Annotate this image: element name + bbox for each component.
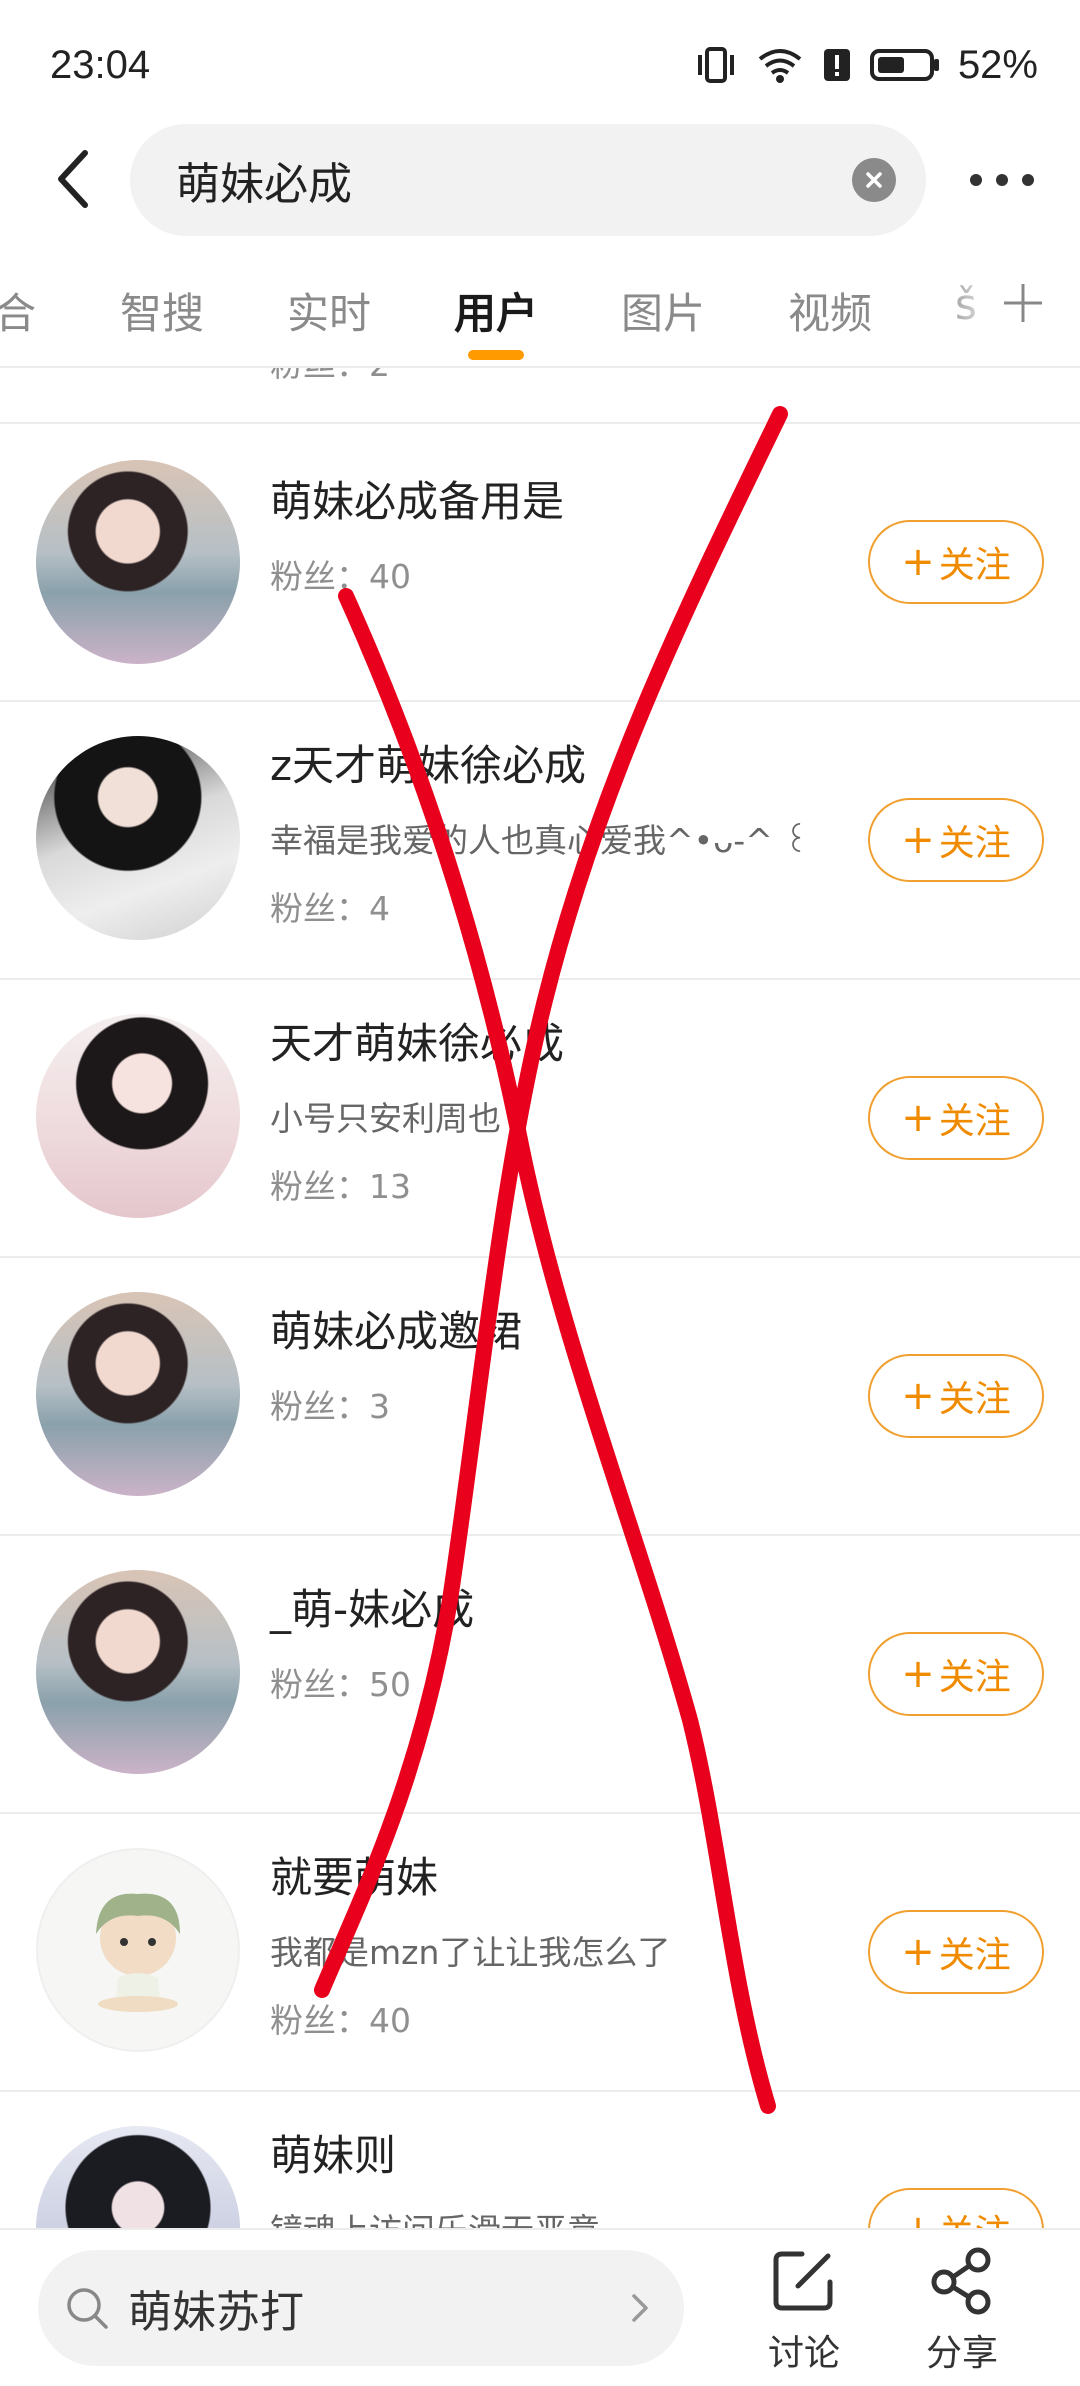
follow-button[interactable]: +关注 <box>868 1910 1044 1994</box>
more-dot-icon <box>1022 174 1034 186</box>
user-name: 天才萌妹徐必成 <box>270 1019 565 1068</box>
user-fans: 粉丝：2 <box>270 368 390 386</box>
list-item[interactable]: z天才萌妹徐必成 幸福是我爱的人也真心爱我^•ᴗ-^ ꒰ 粉丝：4 + 关注 <box>0 702 1080 980</box>
tab-users[interactable]: 用户 <box>454 280 538 341</box>
plus-icon: + <box>901 1095 935 1141</box>
follow-button[interactable]: +关注 <box>868 1632 1044 1716</box>
list-item[interactable]: 萌妹必成邀裙 粉丝：3 + 关注 <box>0 1258 1080 1536</box>
plus-icon: + <box>901 2207 935 2228</box>
share-button[interactable]: 分享 <box>902 2244 1022 2384</box>
battery-icon <box>869 49 939 81</box>
battery-percent: 52% <box>957 42 1038 87</box>
tab-comprehensive[interactable]: 合 <box>0 280 36 341</box>
avatar <box>36 460 240 664</box>
suggested-search-text: 萌妹苏打 <box>128 2287 304 2338</box>
chevron-right-icon <box>632 2294 648 2322</box>
back-button[interactable] <box>38 144 108 214</box>
user-name: z天才萌妹徐必成 <box>270 741 587 790</box>
search-query: 萌妹必成 <box>176 159 352 210</box>
plus-icon: + <box>901 817 935 863</box>
tab-videos[interactable]: 视频 <box>788 280 872 341</box>
status-bar: 23:04 52% <box>0 0 1080 130</box>
plus-icon: + <box>901 1929 935 1975</box>
status-icons: 52% <box>694 43 1038 88</box>
plus-icon: + <box>901 1651 935 1697</box>
user-list: 粉丝：2 萌妹必成备用是 粉丝：40 +关注 z天才萌妹徐必成 幸福是我爱的人也… <box>0 368 1080 2228</box>
avatar <box>36 736 240 940</box>
more-options-button[interactable] <box>970 160 1034 200</box>
search-input[interactable]: 萌妹必成 <box>130 124 926 236</box>
wifi-icon <box>758 49 802 83</box>
follow-button[interactable]: +关注 <box>868 798 1044 882</box>
avatar <box>36 2126 240 2228</box>
user-fans: 粉丝：4 <box>270 889 390 928</box>
user-fans: 粉丝：50 <box>270 1665 411 1704</box>
active-tab-indicator <box>468 350 524 360</box>
cartoon-avatar-icon <box>96 1893 180 2012</box>
user-name: 萌妹必成邀裙 <box>270 1307 523 1356</box>
search-icon <box>67 2288 108 2329</box>
edit-icon <box>773 2251 833 2311</box>
tab-images[interactable]: 图片 <box>621 280 705 341</box>
more-dot-icon <box>970 174 982 186</box>
user-fans: 粉丝：40 <box>270 557 411 596</box>
avatar <box>36 1014 240 1218</box>
follow-button[interactable]: +关注 <box>868 520 1044 604</box>
avatar <box>36 1848 240 2052</box>
close-icon <box>866 172 882 188</box>
search-header: 萌妹必成 <box>0 124 1080 236</box>
list-item[interactable]: _萌-妹必成 粉丝：50 + 关注 <box>0 1536 1080 1814</box>
share-label: 分享 <box>925 2333 998 2374</box>
user-fans: 粉丝：40 <box>270 2001 411 2040</box>
follow-button[interactable]: +关注 <box>868 1354 1044 1438</box>
follow-button[interactable]: +关注 <box>868 2188 1044 2228</box>
share-icon <box>931 2247 991 2315</box>
plus-icon: + <box>901 1373 935 1419</box>
avatar <box>36 1570 240 1774</box>
clear-search-button[interactable] <box>852 158 896 202</box>
user-bio: 幸福是我爱的人也真心爱我^•ᴗ-^ ꒰ <box>270 821 810 860</box>
suggested-search-button[interactable]: 萌妹苏打 <box>38 2250 684 2366</box>
user-fans: 粉丝：13 <box>270 1167 411 1206</box>
user-bio: 我都是mzn了让让我怎么了 <box>270 1933 671 1972</box>
user-name: 萌妹则 <box>270 2131 397 2180</box>
search-tabs: 合 智搜 实时 用户 图片 视频 š <box>0 260 1080 370</box>
user-fans: 粉丝：3 <box>270 1387 390 1426</box>
plus-icon: + <box>901 539 935 585</box>
user-name: _萌-妹必成 <box>270 1585 475 1634</box>
follow-button[interactable]: +关注 <box>868 1076 1044 1160</box>
chevron-left-icon <box>58 150 88 208</box>
discuss-label: 讨论 <box>767 2333 840 2374</box>
tab-smart-search[interactable]: 智搜 <box>120 280 204 341</box>
list-item[interactable]: 萌妹则 镜魂上访问乐滑无恶意 +关注 <box>0 2092 1080 2228</box>
more-dot-icon <box>996 174 1008 186</box>
list-item[interactable]: 就要萌妹 我都是mzn了让让我怎么了 粉丝：40 + 关注 <box>0 1814 1080 2092</box>
add-tab-icon[interactable] <box>998 278 1048 328</box>
discuss-button[interactable]: 讨论 <box>744 2244 864 2384</box>
list-item[interactable]: 粉丝：2 <box>0 368 1080 424</box>
vibrate-icon <box>697 47 734 83</box>
user-bio: 小号只安利周也 <box>270 1099 501 1138</box>
status-time: 23:04 <box>50 42 151 87</box>
list-item[interactable]: 萌妹必成备用是 粉丝：40 + 关注 <box>0 424 1080 702</box>
alert-icon <box>823 49 850 81</box>
bottom-bar: 萌妹苏打 讨论 分享 <box>0 2228 1080 2386</box>
user-name: 萌妹必成备用是 <box>270 477 565 526</box>
tabs-fade <box>940 260 1000 370</box>
list-item[interactable]: 天才萌妹徐必成 小号只安利周也 粉丝：13 + 关注 <box>0 980 1080 1258</box>
tab-realtime[interactable]: 实时 <box>287 280 371 341</box>
avatar <box>36 1292 240 1496</box>
user-name: 就要萌妹 <box>270 1853 439 1902</box>
user-bio: 镜魂上访问乐滑无恶意 <box>270 2204 600 2228</box>
